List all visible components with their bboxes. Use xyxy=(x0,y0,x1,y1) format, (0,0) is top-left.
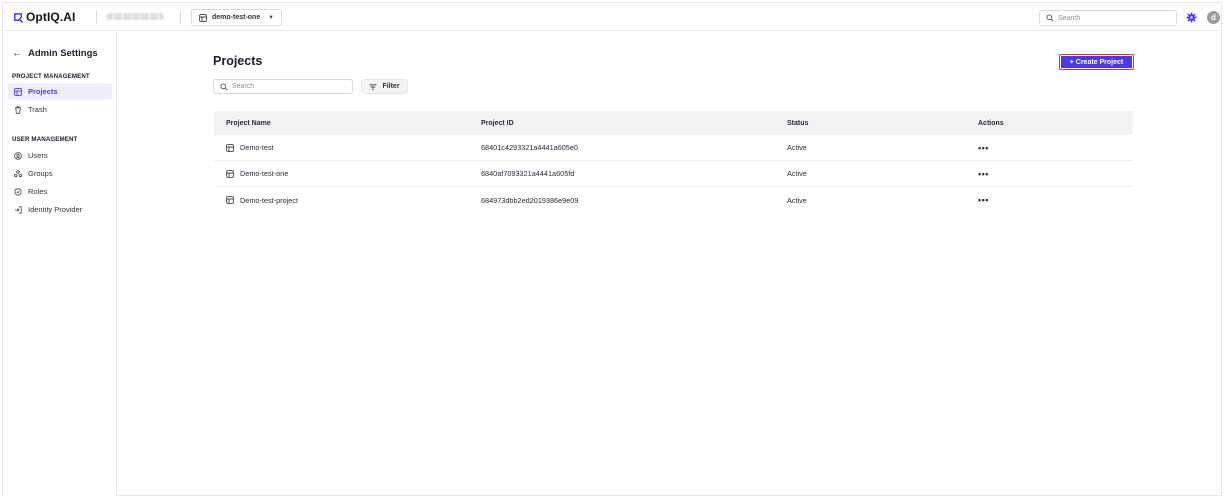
sidebar-item-roles[interactable]: Roles xyxy=(8,183,112,200)
project-icon xyxy=(14,87,22,96)
sidebar-item-users[interactable]: Users xyxy=(8,147,112,164)
global-search-input[interactable]: Search xyxy=(1039,10,1177,26)
project-selector[interactable]: demo-test-one ▼ xyxy=(191,9,282,26)
sidebar-item-groups[interactable]: Groups xyxy=(8,165,112,182)
project-status: Active xyxy=(787,169,807,178)
project-icon xyxy=(226,169,234,178)
more-actions-icon[interactable]: ••• xyxy=(978,195,989,205)
sidebar: ← Admin Settings PROJECT MANAGEMENT Proj… xyxy=(3,32,117,497)
more-actions-icon[interactable]: ••• xyxy=(978,169,989,179)
top-bar: OptIQ.AI demo-test-one ▼ Search d xyxy=(3,3,1221,31)
avatar[interactable]: d xyxy=(1207,11,1220,24)
sidebar-item-label: Identity Provider xyxy=(28,205,83,214)
project-name-cell[interactable]: Demo-test-project xyxy=(214,196,481,205)
project-id: 6840af7093321a4441a605fd xyxy=(481,169,575,178)
chevron-down-icon: ▼ xyxy=(268,14,274,21)
sidebar-item-label: Users xyxy=(28,151,48,160)
project-icon xyxy=(226,143,234,152)
sidebar-item-identity-provider[interactable]: Identity Provider xyxy=(8,201,112,218)
project-icon xyxy=(226,196,234,204)
sidebar-item-label: Projects xyxy=(28,87,58,96)
column-header-project-name[interactable]: Project Name xyxy=(214,120,481,127)
more-actions-icon[interactable]: ••• xyxy=(978,143,989,153)
logo-icon xyxy=(14,12,24,23)
redacted-text xyxy=(106,13,164,20)
arrow-left-icon: ← xyxy=(12,48,22,59)
filter-button[interactable]: Filter xyxy=(361,79,408,94)
project-icon xyxy=(199,13,207,22)
project-status: Active xyxy=(787,143,807,152)
table-header: Project Name Project ID Status Actions xyxy=(214,111,1133,135)
section-project-management: PROJECT MANAGEMENT xyxy=(12,73,90,80)
shield-icon xyxy=(14,187,22,196)
project-name: Demo-test-project xyxy=(240,195,298,205)
project-name-cell[interactable]: Demo-test-one xyxy=(214,169,481,178)
sidebar-item-projects[interactable]: Projects xyxy=(8,83,112,100)
table-row[interactable]: Demo-test-project 684973dbb2ed2019386e9e… xyxy=(214,187,1133,213)
filter-label: Filter xyxy=(382,83,400,90)
project-search-input[interactable]: Search xyxy=(213,79,353,94)
section-user-management: USER MANAGEMENT xyxy=(12,136,78,143)
table-row[interactable]: Demo-test-one 6840af7093321a4441a605fd A… xyxy=(214,161,1133,187)
project-selector-value: demo-test-one xyxy=(212,14,261,21)
groups-icon xyxy=(14,169,22,177)
divider xyxy=(180,11,181,24)
table-row[interactable]: Demo-test 68401c4293321a4441a605e0 Activ… xyxy=(214,135,1133,161)
project-name: Demo-test xyxy=(240,143,274,152)
logo-text: OptIQ.AI xyxy=(26,10,76,24)
create-project-label: + Create Project xyxy=(1069,58,1124,66)
page-title: Projects xyxy=(213,54,263,68)
sidebar-item-label: Roles xyxy=(28,187,48,196)
projects-table: Project Name Project ID Status Actions D… xyxy=(214,111,1133,213)
project-name-cell[interactable]: Demo-test xyxy=(214,143,481,152)
sidebar-item-label: Groups xyxy=(28,169,53,178)
trash-icon xyxy=(15,105,21,114)
divider xyxy=(96,11,97,24)
project-id: 68401c4293321a4441a605e0 xyxy=(481,143,578,152)
search-icon xyxy=(220,82,228,91)
project-search-placeholder: Search xyxy=(232,83,255,90)
sidebar-item-label: Trash xyxy=(28,105,47,114)
column-header-project-id[interactable]: Project ID xyxy=(481,120,787,127)
create-project-button[interactable]: + Create Project xyxy=(1059,54,1134,70)
logo[interactable]: OptIQ.AI xyxy=(13,10,75,24)
global-search-placeholder: Search xyxy=(1058,14,1081,22)
user-icon xyxy=(14,151,22,160)
app-window: OptIQ.AI demo-test-one ▼ Search d ← Admi… xyxy=(2,2,1222,497)
gear-icon[interactable] xyxy=(1186,12,1197,23)
project-name: Demo-test-one xyxy=(240,169,289,178)
search-icon xyxy=(1046,14,1054,22)
sidebar-item-trash[interactable]: Trash xyxy=(8,101,112,118)
project-status: Active xyxy=(787,195,807,205)
back-to-admin-settings[interactable]: ← Admin Settings xyxy=(12,48,98,59)
project-id: 684973dbb2ed2019386e9e09 xyxy=(481,195,579,205)
login-icon xyxy=(14,205,22,214)
sidebar-title: Admin Settings xyxy=(28,48,98,59)
column-header-status[interactable]: Status xyxy=(787,120,978,127)
filter-icon xyxy=(369,83,377,90)
column-header-actions: Actions xyxy=(978,119,1004,127)
